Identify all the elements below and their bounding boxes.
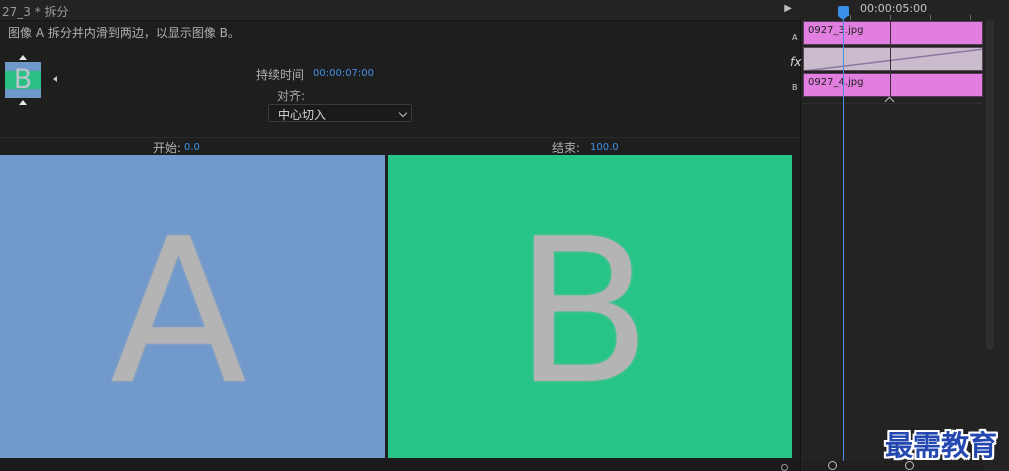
clip-a-name: 0927_3.jpg (808, 25, 864, 36)
scroll-knob[interactable] (781, 464, 788, 471)
playhead-tip (838, 16, 848, 20)
panel-title: 27_3 * 拆分 (2, 5, 69, 19)
arrow-up-icon[interactable] (19, 55, 27, 60)
preview-a-letter: A (110, 196, 247, 429)
play-arrow-icon[interactable]: ▶ (784, 3, 792, 14)
ruler-tick (850, 15, 851, 20)
clip-marker (890, 21, 891, 97)
zoom-handle-left[interactable] (828, 461, 837, 470)
arrow-up-icon[interactable] (19, 100, 27, 105)
playhead-line (843, 20, 844, 465)
start-value[interactable]: 0.0 (184, 142, 200, 153)
fx-icon: fx (790, 55, 802, 69)
timeline-timecode: 00:00:05:00 (860, 2, 928, 15)
track-a-label: A (792, 33, 798, 42)
ruler-tick (970, 15, 971, 20)
effect-description: 图像 A 拆分并内滑到两边，以显示图像 B。 (8, 26, 240, 40)
preview-a: A (0, 155, 385, 458)
clip-b-name: 0927_4.jpg (808, 77, 864, 88)
preview-b: B (388, 155, 792, 458)
chevron-down-icon (398, 108, 408, 118)
watermark-logo: 最需教育 (885, 429, 998, 462)
playhead[interactable] (838, 6, 849, 16)
end-value[interactable]: 100.0 (590, 142, 619, 153)
start-label: 开始: (153, 141, 182, 155)
transition-curve (805, 48, 982, 70)
preview-b-letter: B (514, 196, 652, 429)
alignment-select[interactable]: 中心切入 (268, 104, 412, 122)
ruler-tick (930, 15, 931, 20)
clip-a[interactable]: 0927_3.jpg (803, 21, 983, 45)
duration-label: 持续时间 (256, 68, 305, 82)
thumbnail-letter: B (13, 64, 33, 95)
end-label: 结束: (552, 141, 581, 155)
transition-bar[interactable] (803, 47, 983, 71)
bottom-strip (0, 458, 800, 471)
duration-value[interactable]: 00:00:07:00 (313, 68, 374, 79)
track-b-label: B (792, 83, 798, 92)
alignment-select-value: 中心切入 (278, 108, 327, 122)
clip-b[interactable]: 0927_4.jpg (803, 73, 983, 97)
ruler-tick (890, 15, 891, 20)
divider (0, 137, 800, 138)
panel-title-bar: 27_3 * 拆分 ▶ (0, 0, 800, 21)
vertical-scrollbar[interactable] (986, 20, 994, 350)
alignment-label: 对齐: (277, 89, 306, 103)
play-preview-icon[interactable] (53, 76, 57, 82)
transition-thumbnail: B (5, 62, 41, 98)
divider (803, 103, 983, 104)
